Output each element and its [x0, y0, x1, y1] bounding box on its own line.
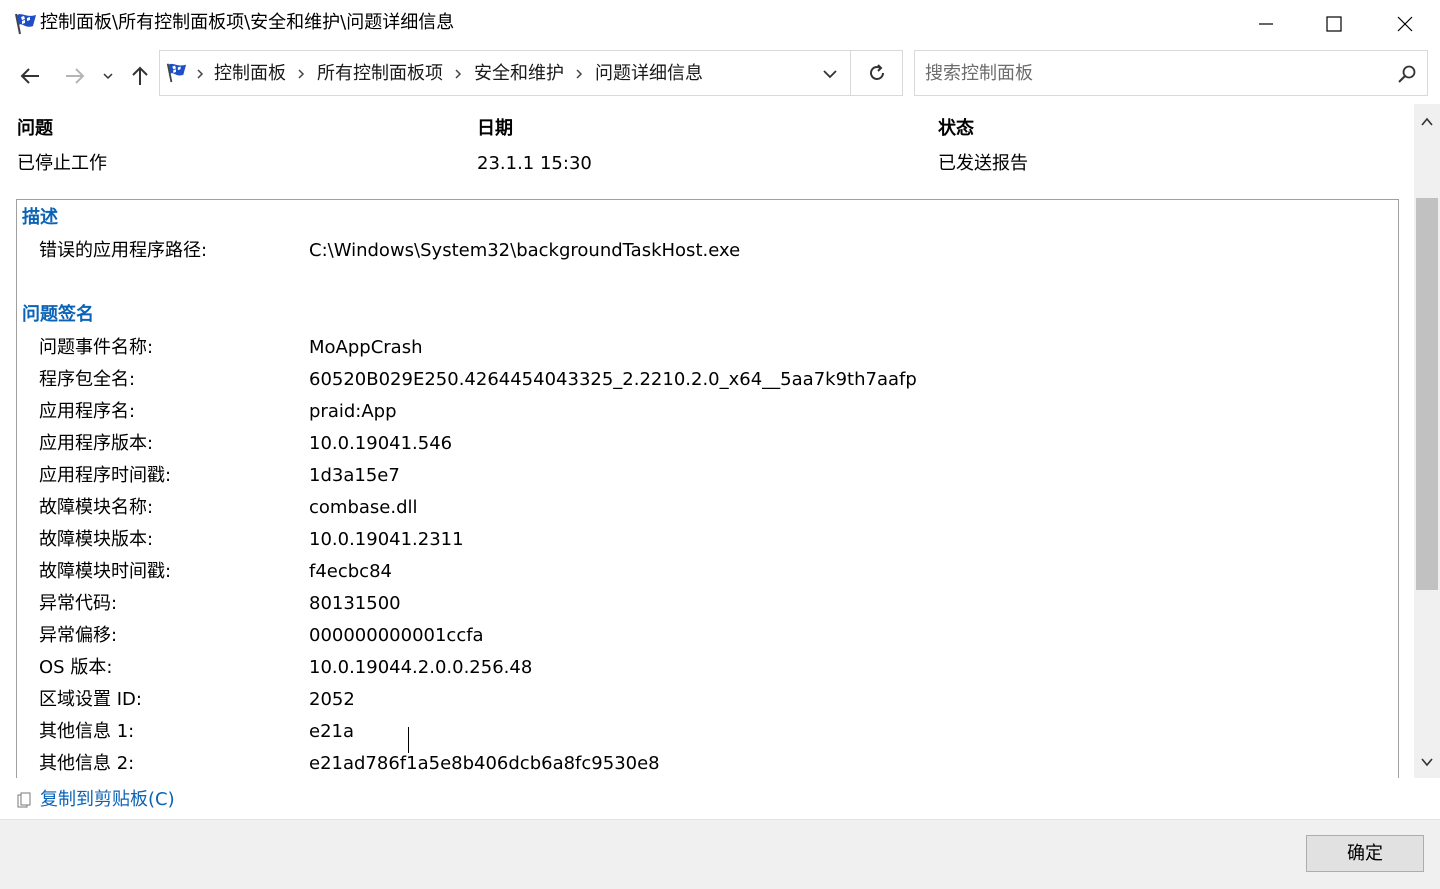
- chevron-right-icon[interactable]: [453, 64, 465, 84]
- title-bar: 控制面板\所有控制面板项\安全和维护\问题详细信息: [0, 0, 1440, 48]
- breadcrumb-security-maintenance[interactable]: 安全和维护: [474, 62, 564, 86]
- signature-value[interactable]: 10.0.19044.2.0.0.256.48: [309, 656, 532, 680]
- vertical-scrollbar[interactable]: [1414, 104, 1440, 778]
- scroll-down-icon[interactable]: [1419, 754, 1435, 770]
- refresh-icon: [869, 64, 884, 80]
- problem-label: 问题: [17, 118, 53, 139]
- signature-label: 其他信息 2:: [39, 753, 135, 774]
- forward-arrow-icon: [66, 68, 85, 84]
- signature-value[interactable]: MoAppCrash: [309, 336, 423, 360]
- signature-value[interactable]: f4ecbc84: [309, 560, 392, 584]
- breadcrumb-control-panel[interactable]: 控制面板: [214, 62, 286, 86]
- signature-label: 其他信息 1:: [39, 721, 135, 742]
- description-title: 描述: [22, 207, 58, 228]
- problem-value: 已停止工作: [17, 153, 107, 174]
- recent-locations-button[interactable]: [96, 62, 120, 90]
- flag-icon: [166, 63, 187, 83]
- breadcrumb-problem-details[interactable]: 问题详细信息: [595, 62, 703, 86]
- signature-value[interactable]: 10.0.19041.2311: [309, 528, 464, 552]
- signature-label: 故障模块时间戳:: [39, 561, 172, 582]
- path-value[interactable]: C:\Windows\System32\backgroundTaskHost.e…: [309, 239, 740, 263]
- search-icon[interactable]: [1397, 64, 1417, 84]
- text-cursor: [408, 727, 409, 753]
- signature-label: 应用程序名:: [39, 401, 136, 422]
- signature-value[interactable]: e21a: [309, 720, 354, 744]
- signature-label: 异常代码:: [39, 593, 118, 614]
- signature-label: 应用程序时间戳:: [39, 465, 172, 486]
- flag-icon: [15, 13, 36, 35]
- copy-icon: [17, 792, 31, 808]
- signature-label: 问题事件名称:: [39, 337, 154, 358]
- search-box[interactable]: 搜索控制面板: [914, 50, 1428, 96]
- scrollbar-thumb[interactable]: [1416, 198, 1438, 590]
- search-placeholder[interactable]: 搜索控制面板: [925, 62, 1033, 86]
- ok-button[interactable]: 确定: [1306, 835, 1424, 872]
- signature-value[interactable]: 10.0.19041.546: [309, 432, 452, 456]
- chevron-right-icon[interactable]: [195, 64, 207, 84]
- signature-label: 程序包全名:: [39, 369, 136, 390]
- chevron-down-icon[interactable]: [820, 64, 840, 84]
- address-bar[interactable]: 控制面板 所有控制面板项 安全和维护 问题详细信息: [159, 50, 851, 96]
- signature-value[interactable]: 000000000001ccfa: [309, 624, 484, 648]
- signature-label: OS 版本:: [39, 657, 113, 678]
- close-icon: [1397, 16, 1413, 32]
- chevron-right-icon[interactable]: [574, 64, 586, 84]
- path-label: 错误的应用程序路径:: [39, 240, 208, 261]
- button-bar: 确定: [0, 819, 1440, 889]
- signature-label: 异常偏移:: [39, 625, 118, 646]
- minimize-icon: [1259, 23, 1273, 25]
- signature-value[interactable]: e21ad786f1a5e8b406dcb6a8fc9530e8: [309, 752, 660, 776]
- signature-value[interactable]: 2052: [309, 688, 355, 712]
- signature-value[interactable]: 80131500: [309, 592, 401, 616]
- window-title: 控制面板\所有控制面板项\安全和维护\问题详细信息: [40, 12, 455, 33]
- signature-title: 问题签名: [22, 304, 94, 325]
- up-arrow-icon: [132, 66, 148, 85]
- signature-value[interactable]: 60520B029E250.4264454043325_2.2210.2.0_x…: [309, 368, 917, 392]
- details-panel[interactable]: 描述 错误的应用程序路径: C:\Windows\System32\backgr…: [16, 199, 1399, 799]
- signature-label: 故障模块版本:: [39, 529, 154, 550]
- date-value: 23.1.1 15:30: [477, 153, 592, 174]
- signature-value[interactable]: combase.dll: [309, 496, 418, 520]
- recent-dropdown-icon: [103, 73, 113, 80]
- status-value: 已发送报告: [938, 153, 1028, 174]
- breadcrumb-all-items[interactable]: 所有控制面板项: [317, 62, 443, 86]
- forward-button[interactable]: [61, 62, 89, 90]
- back-arrow-icon: [20, 68, 39, 84]
- copy-to-clipboard-link[interactable]: 复制到剪贴板(C): [40, 788, 175, 812]
- back-button[interactable]: [16, 62, 44, 90]
- minimize-button[interactable]: [1231, 0, 1301, 48]
- maximize-button[interactable]: [1299, 0, 1369, 48]
- refresh-button[interactable]: [851, 50, 903, 96]
- status-label: 状态: [938, 118, 974, 139]
- date-label: 日期: [477, 118, 513, 139]
- scroll-up-icon[interactable]: [1419, 114, 1435, 130]
- signature-value[interactable]: 1d3a15e7: [309, 464, 400, 488]
- maximize-icon: [1326, 16, 1342, 32]
- close-button[interactable]: [1370, 0, 1440, 48]
- chevron-right-icon[interactable]: [296, 64, 308, 84]
- footer: 复制到剪贴板(C) 确定: [0, 778, 1440, 889]
- signature-label: 故障模块名称:: [39, 497, 154, 518]
- signature-label: 区域设置 ID:: [39, 689, 142, 710]
- signature-value[interactable]: praid:App: [309, 400, 397, 424]
- up-button[interactable]: [126, 62, 154, 90]
- signature-label: 应用程序版本:: [39, 433, 154, 454]
